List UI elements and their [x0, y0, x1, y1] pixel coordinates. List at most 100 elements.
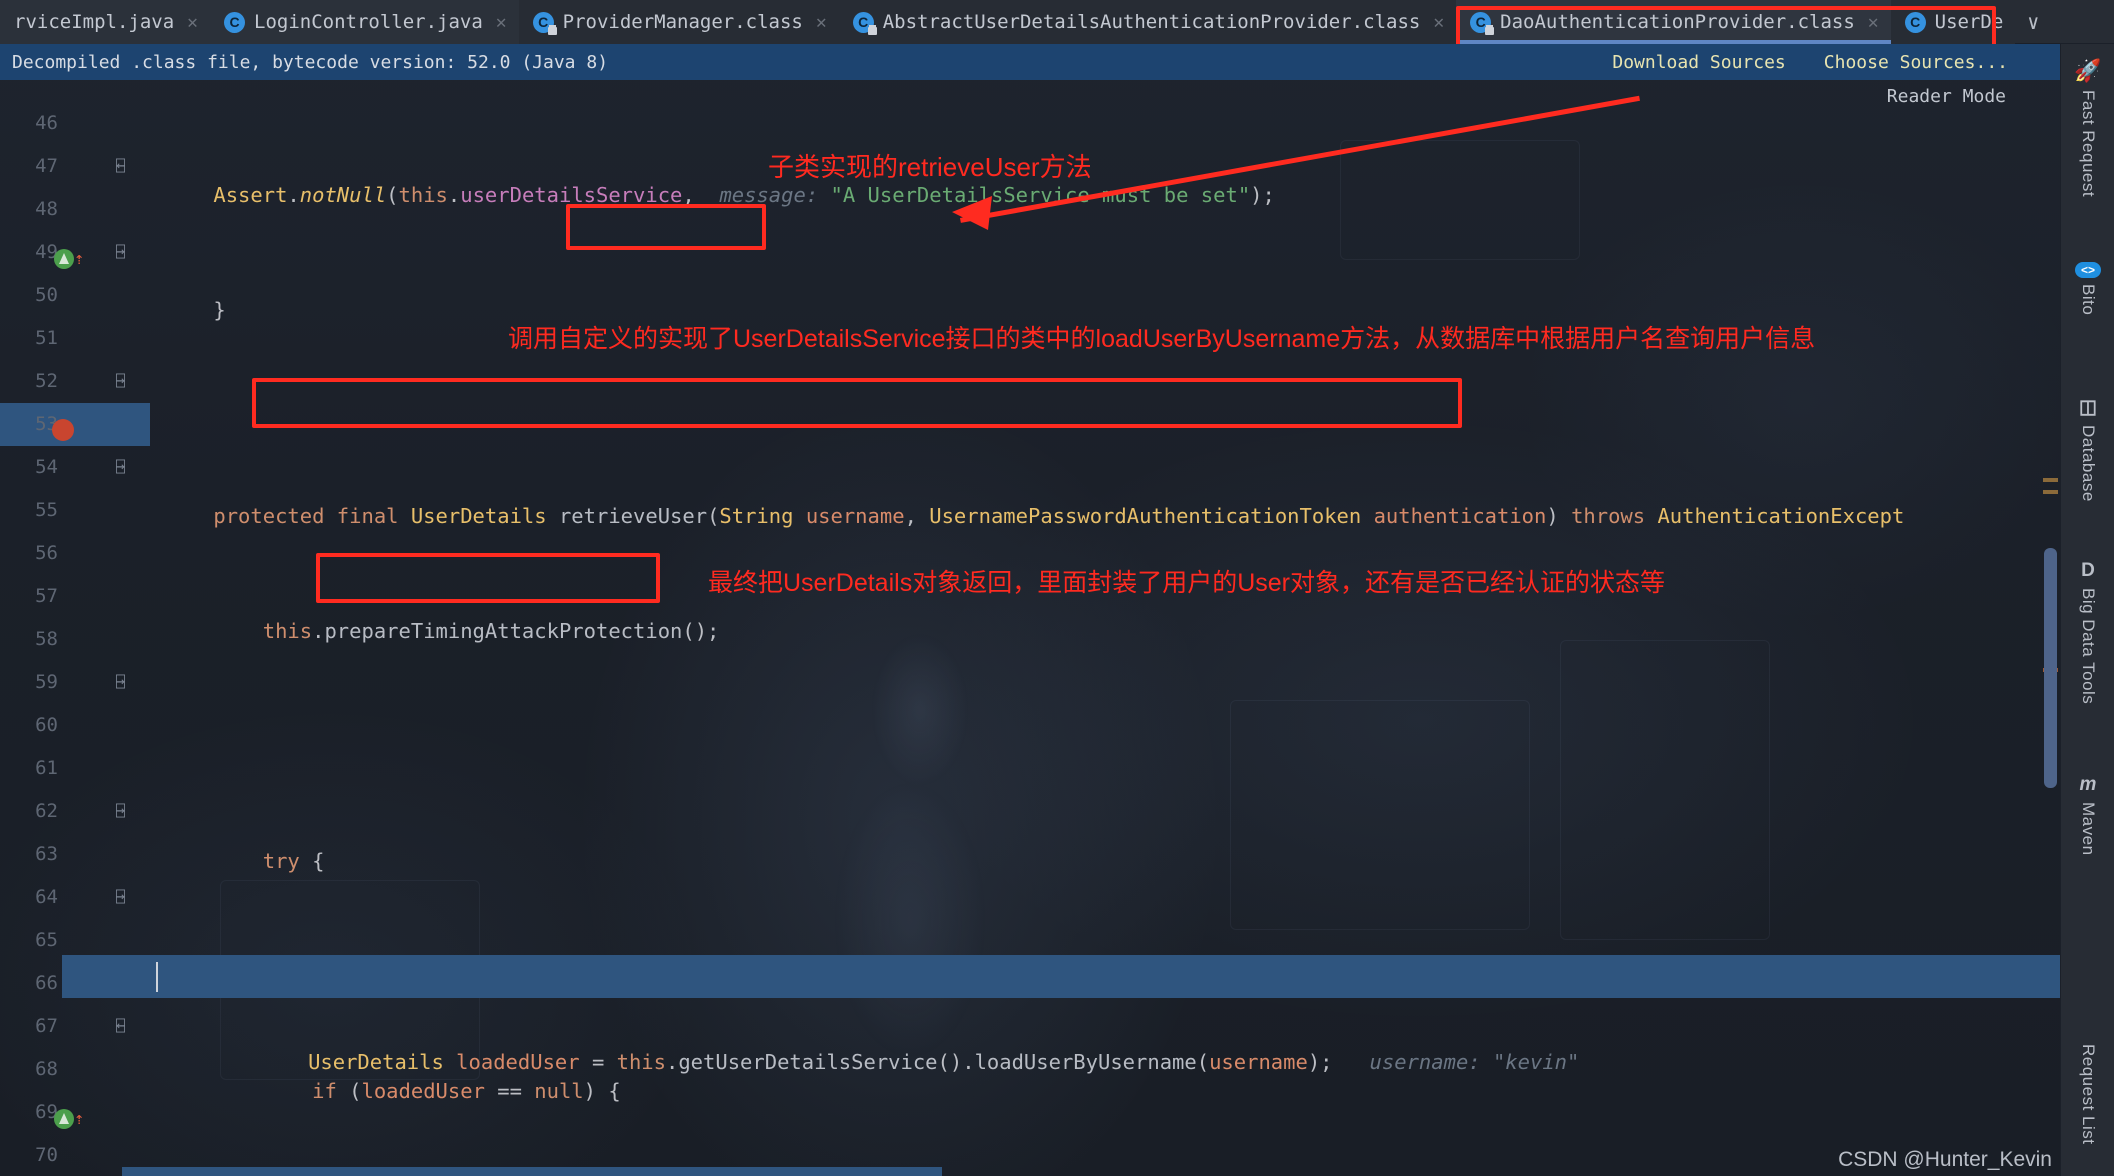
tool-button-fast-request[interactable]: 🚀 Fast Request [2061, 58, 2114, 197]
java-class-locked-icon: C [1470, 11, 1495, 35]
line-number: 52 [35, 370, 58, 392]
tab-close-icon[interactable]: ✕ [496, 12, 507, 33]
tab-label: DaoAuthenticationProvider.class [1500, 11, 1855, 33]
tab-logincontroller-java[interactable]: C LoginController.java ✕ [210, 0, 519, 44]
gutter-line: 60 [0, 704, 150, 747]
tool-label: Big Data Tools [2079, 588, 2098, 705]
fold-start-icon[interactable]: ⍈ [105, 231, 125, 274]
code-line-53: UserDetails loadedUser = this.getUserDet… [62, 955, 2060, 1074]
tab-userde[interactable]: C UserDe [1890, 0, 2016, 44]
gutter-line: 59 ⍈ [0, 661, 150, 704]
fold-start-icon[interactable]: ⍈ [105, 876, 125, 919]
gutter-line: 64 ⍈ [0, 876, 150, 919]
gutter-line-53: 53 [0, 403, 150, 446]
line-number: 65 [35, 929, 58, 951]
tab-label: rviceImpl.java [14, 11, 175, 33]
tab-label: ProviderManager.class [562, 11, 803, 33]
tab-label: AbstractUserDetailsAuthenticationProvide… [882, 11, 1421, 33]
gutter-line: 51 [0, 317, 150, 360]
line-number: 55 [35, 499, 58, 521]
java-class-locked-icon: C [532, 11, 557, 35]
java-class-icon: C [1904, 11, 1926, 33]
gutter-line: 46 [0, 102, 150, 145]
gutter-line: 48 [0, 188, 150, 231]
method-override-gutter-icon[interactable]: ⇡ [52, 1102, 84, 1129]
java-class-locked-icon: C [852, 11, 877, 35]
tool-button-bito[interactable]: <> Bito [2061, 262, 2114, 315]
tab-bar-filler [2051, 0, 2114, 43]
tab-close-icon[interactable]: ✕ [1433, 12, 1444, 33]
gutter-line: 58 [0, 618, 150, 661]
code-line-50: this.prepareTimingAttackProtection(); [164, 619, 720, 643]
line-number: 54 [35, 456, 58, 478]
tool-button-request-list[interactable]: Request List [2061, 1044, 2114, 1145]
gutter-line: 67 ⍇ [0, 1005, 150, 1048]
scrollbar-thumb[interactable] [2044, 548, 2057, 788]
tool-button-maven[interactable]: m Maven [2061, 774, 2114, 856]
tool-button-database[interactable]: ◫ Database [2061, 396, 2114, 502]
gutter-line: 56 [0, 532, 150, 575]
gutter-line: 52 ⍈ [0, 360, 150, 403]
line-number: 47 [35, 155, 58, 177]
tool-label: Database [2079, 425, 2098, 502]
line-number: 57 [35, 585, 58, 607]
code-editor[interactable]: Assert.notNull(this.userDetailsService, … [62, 108, 2060, 1176]
tab-abstractuserdetailsauthenticationprovider-class[interactable]: C AbstractUserDetailsAuthenticationProvi… [838, 0, 1457, 44]
gutter-line: 63 [0, 833, 150, 876]
fold-end-icon[interactable]: ⍇ [105, 145, 125, 188]
tool-label: Fast Request [2079, 90, 2098, 198]
line-number: 63 [35, 843, 58, 865]
line-number: 56 [35, 542, 58, 564]
line-number: 66 [35, 972, 58, 994]
download-sources-link[interactable]: Download Sources [1612, 52, 1785, 73]
line-number: 61 [35, 757, 58, 779]
line-number: 58 [35, 628, 58, 650]
editor-gutter: 46 47 ⍇ 48 ⇡ 49 ⍈ 50 51 52 ⍈ 53 54 ⍈ 55 56 … [0, 108, 150, 1176]
editor-tab-bar: rviceImpl.java ✕ C LoginController.java … [0, 0, 2114, 44]
tool-button-big-data-tools[interactable]: D Big Data Tools [2061, 560, 2114, 704]
fold-start-icon[interactable]: ⍈ [105, 446, 125, 489]
java-class-icon: C [224, 11, 245, 33]
scroll-marker-warning-2 [2043, 490, 2058, 494]
line-number: 46 [35, 112, 58, 134]
line-number: 67 [35, 1015, 58, 1037]
line-number: 48 [35, 198, 58, 220]
database-icon: ◫ [2079, 397, 2097, 418]
tab-close-icon[interactable]: ✕ [1868, 12, 1879, 33]
tool-label: Request List [2079, 1044, 2098, 1145]
line-number: 51 [35, 327, 58, 349]
decompiled-notice-bar: Decompiled .class file, bytecode version… [0, 44, 2060, 80]
fold-start-icon[interactable]: ⍈ [105, 661, 125, 704]
decompiled-notice-text: Decompiled .class file, bytecode version… [12, 51, 609, 73]
tab-close-icon[interactable]: ✕ [816, 12, 827, 33]
tab-rviceimpl-java[interactable]: rviceImpl.java ✕ [0, 0, 210, 44]
breakpoint-icon[interactable] [52, 414, 74, 441]
selection-bottom-strip [122, 1167, 942, 1176]
line-number: 68 [35, 1058, 58, 1080]
reader-mode-label[interactable]: Reader Mode [1887, 86, 2006, 107]
scroll-marker-warning [2043, 478, 2058, 482]
line-number: 50 [35, 284, 58, 306]
tab-close-icon[interactable]: ✕ [187, 12, 198, 33]
rocket-icon: 🚀 [2074, 58, 2102, 83]
method-override-gutter-icon[interactable]: ⇡ [52, 242, 84, 269]
line-number: 59 [35, 671, 58, 693]
gutter-line: 57 [0, 575, 150, 618]
code-line-46: Assert.notNull(this.userDetailsService, … [164, 183, 1275, 207]
fold-end-icon[interactable]: ⍇ [105, 1005, 125, 1048]
fold-start-icon[interactable]: ⍈ [105, 360, 125, 403]
right-tool-strip: 🚀 Fast Request <> Bito ◫ Database D Big … [2060, 44, 2114, 1176]
gutter-line: 55 [0, 489, 150, 532]
gutter-line: 47 ⍇ [0, 145, 150, 188]
tool-label: Maven [2079, 802, 2098, 856]
editor-scrollbar[interactable] [2040, 108, 2060, 1176]
gutter-line: 61 [0, 747, 150, 790]
code-line-47: } [164, 298, 226, 322]
gutter-line-69: ⇡ 69 [0, 1091, 150, 1134]
tab-overflow-chevron-down-icon[interactable]: ∨ [2015, 0, 2052, 43]
fold-start-icon[interactable]: ⍈ [105, 790, 125, 833]
tab-daoauthenticationprovider-class[interactable]: C DaoAuthenticationProvider.class ✕ [1456, 0, 1892, 44]
tab-providermanager-class[interactable]: C ProviderManager.class ✕ [518, 0, 839, 44]
choose-sources-link[interactable]: Choose Sources... [1824, 52, 2008, 73]
